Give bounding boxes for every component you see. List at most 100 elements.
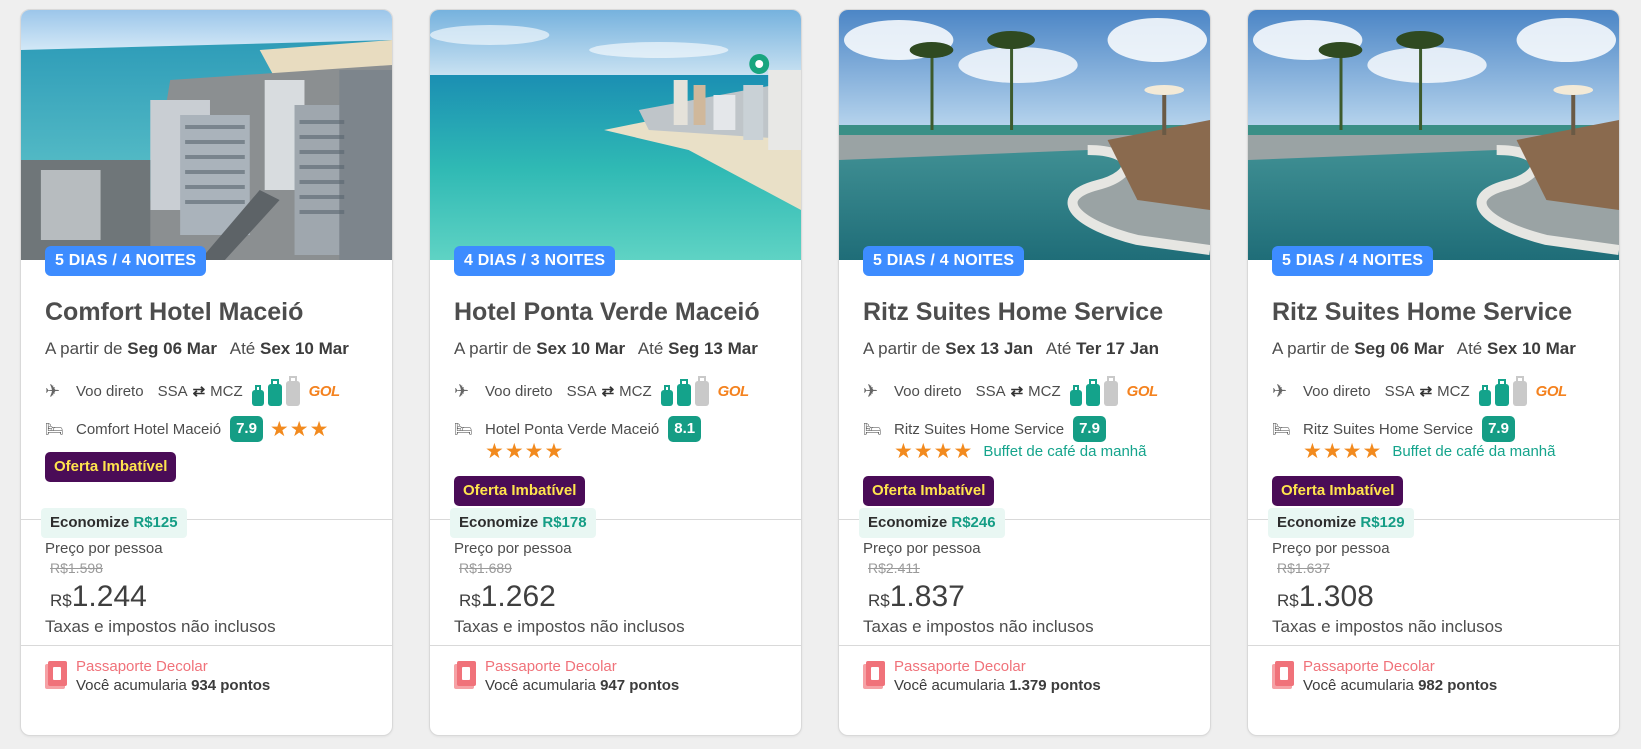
flight-row: ✈ Voo direto SSA ⇄ MCZ GOL (45, 375, 340, 407)
plane-icon: ✈ (863, 380, 879, 401)
duration-badge: 4 DIAS / 3 NOITES (454, 246, 616, 276)
star-rating: ★★★★ (1303, 439, 1383, 463)
luggage-icon (660, 376, 713, 406)
hotel-photo[interactable] (430, 10, 801, 260)
savings-label: Economize (459, 514, 539, 531)
passport-points: Você acumularia 982 pontos (1303, 677, 1497, 694)
luggage-icon (1069, 376, 1122, 406)
airline-logo: GOL (717, 382, 750, 400)
hotel-title[interactable]: Hotel Ponta Verde Maceió (454, 298, 789, 327)
flight-row: ✈ Voo direto SSA ⇄ MCZ GOL (454, 375, 749, 407)
taxes-note: Taxas e impostos não inclusos (863, 617, 1094, 636)
price-per-person-label: Preço por pessoa (45, 540, 163, 557)
passport-title[interactable]: Passaporte Decolar (76, 658, 208, 675)
old-price: R$1.637 (1277, 560, 1330, 576)
travel-dates: A partir de Seg 06 Mar Até Sex 10 Mar (45, 339, 349, 359)
duration-badge: 5 DIAS / 4 NOITES (45, 246, 207, 276)
hotel-photo[interactable] (839, 10, 1210, 260)
bed-icon: 🛏 (1272, 421, 1292, 438)
hotel-title[interactable]: Ritz Suites Home Service (1272, 298, 1607, 327)
price: R$1.308 (1277, 580, 1374, 614)
hotel-name: Ritz Suites Home Service (894, 420, 1065, 438)
savings-badge: Economize R$125 (41, 508, 187, 538)
destination-airport: MCZ (1437, 382, 1470, 400)
passport-points: Você acumularia 934 pontos (76, 677, 270, 694)
bed-icon: 🛏 (45, 421, 65, 438)
package-card[interactable]: 5 DIAS / 4 NOITES Ritz Suites Home Servi… (1247, 9, 1620, 736)
travel-dates: A partir de Sex 10 Mar Até Seg 13 Mar (454, 339, 758, 359)
taxes-note: Taxas e impostos não inclusos (45, 617, 276, 636)
duration-badge: 5 DIAS / 4 NOITES (1272, 246, 1434, 276)
hotel-photo[interactable] (21, 10, 392, 260)
savings-amount: R$178 (542, 514, 587, 531)
plane-icon: ✈ (1272, 380, 1288, 401)
savings-badge: Economize R$129 (1268, 508, 1414, 538)
airline-logo: GOL (1126, 382, 1159, 400)
passport-icon (863, 661, 885, 689)
savings-amount: R$129 (1360, 514, 1405, 531)
hotel-title[interactable]: Ritz Suites Home Service (863, 298, 1198, 327)
origin-airport: SSA (157, 382, 188, 400)
price-currency: R$ (50, 591, 72, 610)
points-value: 1.379 pontos (1009, 677, 1101, 694)
points-value: 934 pontos (191, 677, 271, 694)
passport-title[interactable]: Passaporte Decolar (485, 658, 617, 675)
hotel-name: Comfort Hotel Maceió (76, 420, 222, 438)
offer-badge: Oferta Imbatível (1272, 476, 1404, 506)
package-card[interactable]: 4 DIAS / 3 NOITES Hotel Ponta Verde Mace… (429, 9, 802, 736)
passport-points: Você acumularia 947 pontos (485, 677, 679, 694)
star-rating: ★★★★ (485, 439, 565, 463)
divider (430, 645, 801, 646)
hotel-photo[interactable] (1248, 10, 1619, 260)
hotel-extra-row: ★★★★ Buffet de café da manhã (894, 438, 1147, 464)
flight-type: Voo direto (76, 382, 144, 400)
from-label: A partir de (1272, 339, 1350, 358)
hotel-name: Ritz Suites Home Service (1303, 420, 1474, 438)
savings-badge: Economize R$178 (450, 508, 596, 538)
hotel-extra-row: ★★★★ (485, 438, 564, 464)
until-label: Até (637, 339, 664, 358)
passport-icon (454, 661, 476, 689)
airline-logo: GOL (1535, 382, 1568, 400)
flight-type: Voo direto (1303, 382, 1371, 400)
passport-title[interactable]: Passaporte Decolar (1303, 658, 1435, 675)
swap-arrows-icon: ⇄ (1010, 383, 1024, 400)
offer-badge: Oferta Imbatível (45, 452, 177, 482)
price: R$1.244 (50, 580, 147, 614)
price-per-person-label: Preço por pessoa (1272, 540, 1390, 557)
points-value: 982 pontos (1418, 677, 1498, 694)
old-price: R$1.598 (50, 560, 103, 576)
divider (21, 645, 392, 646)
until-date: Ter 17 Jan (1076, 339, 1159, 358)
package-card-list: 5 DIAS / 4 NOITES Comfort Hotel Maceió A… (0, 0, 1641, 749)
passport-points: Você acumularia 1.379 pontos (894, 677, 1101, 694)
swap-arrows-icon: ⇄ (1419, 383, 1433, 400)
hotel-extra-row: ★★★★ Buffet de café da manhã (1303, 438, 1556, 464)
package-card[interactable]: 5 DIAS / 4 NOITES Comfort Hotel Maceió A… (20, 9, 393, 736)
luggage-icon (251, 376, 304, 406)
star-rating: ★★★★ (894, 439, 974, 463)
rating-score: 8.1 (668, 416, 702, 442)
hotel-row: 🛏 Comfort Hotel Maceió 7.9 ★★★ (45, 414, 329, 444)
destination-airport: MCZ (619, 382, 652, 400)
savings-amount: R$246 (951, 514, 996, 531)
hotel-title[interactable]: Comfort Hotel Maceió (45, 298, 380, 327)
from-label: A partir de (863, 339, 941, 358)
price: R$1.837 (868, 580, 965, 614)
from-date: Sex 10 Mar (536, 339, 626, 358)
offer-badge: Oferta Imbatível (863, 476, 995, 506)
destination-airport: MCZ (1028, 382, 1061, 400)
swap-arrows-icon: ⇄ (192, 383, 206, 400)
until-date: Sex 10 Mar (260, 339, 349, 358)
origin-airport: SSA (975, 382, 1006, 400)
passport-title[interactable]: Passaporte Decolar (894, 658, 1026, 675)
travel-dates: A partir de Seg 06 Mar Até Sex 10 Mar (1272, 339, 1576, 359)
divider (1248, 645, 1619, 646)
swap-arrows-icon: ⇄ (601, 383, 615, 400)
savings-label: Economize (1277, 514, 1357, 531)
points-prefix: Você acumularia (894, 677, 1005, 694)
price-currency: R$ (868, 591, 890, 610)
price-currency: R$ (459, 591, 481, 610)
offer-badge: Oferta Imbatível (454, 476, 586, 506)
package-card[interactable]: 5 DIAS / 4 NOITES Ritz Suites Home Servi… (838, 9, 1211, 736)
